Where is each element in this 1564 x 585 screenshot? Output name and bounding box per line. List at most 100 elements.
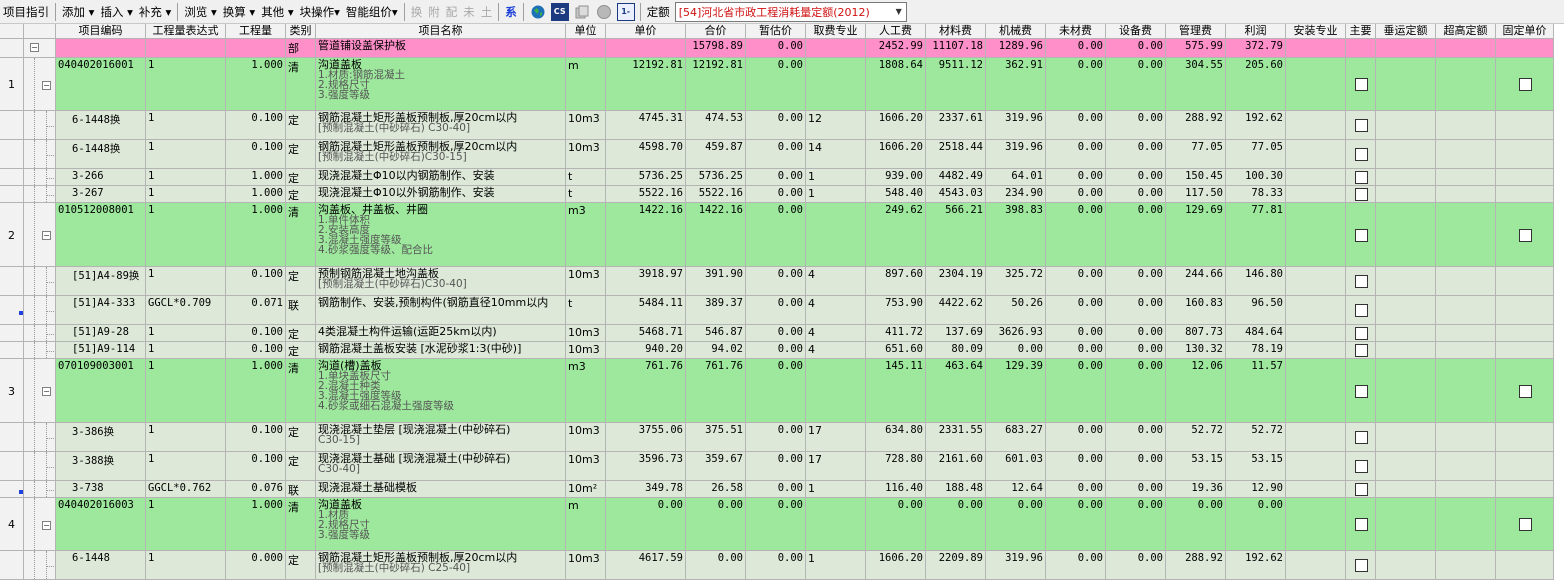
cell-main[interactable]: [1346, 169, 1376, 186]
cell-mgmt[interactable]: 130.32: [1166, 342, 1226, 359]
cell-qty[interactable]: 0.100: [226, 267, 286, 296]
cell-mat[interactable]: 188.48: [926, 481, 986, 498]
chevron-down-icon[interactable]: ▼: [892, 3, 906, 21]
main-checkbox[interactable]: [1354, 304, 1368, 317]
collapse-icon[interactable]: −: [42, 521, 51, 530]
cell-mgmt[interactable]: 288.92: [1166, 551, 1226, 580]
cell-unmat[interactable]: 0.00: [1046, 359, 1106, 423]
cell-total[interactable]: 0.00: [686, 551, 746, 580]
cell-install[interactable]: [1286, 267, 1346, 296]
cell-mat[interactable]: 4482.49: [926, 169, 986, 186]
cell-mgmt[interactable]: 304.55: [1166, 58, 1226, 111]
cell-unit[interactable]: 10m3: [566, 551, 606, 580]
cell-mat[interactable]: 2518.44: [926, 140, 986, 169]
cell-unmat[interactable]: 0.00: [1046, 551, 1106, 580]
cell-name[interactable]: 钢筋混凝土矩形盖板预制板,厚20cm以内 [预制混凝土(中砂碎石) C30-40]: [316, 111, 566, 140]
cell-fixed[interactable]: [1496, 111, 1554, 140]
cell-transport[interactable]: [1376, 551, 1436, 580]
column-header-mat[interactable]: 材料费: [926, 24, 986, 39]
cell-install[interactable]: [1286, 140, 1346, 169]
quota-row[interactable]: [51]A4-333 GGCL*0.709 0.071 联 钢筋制作、安装,预制构件(钢…: [0, 296, 1564, 325]
cell-price[interactable]: 0.00: [606, 498, 686, 551]
column-header-transport[interactable]: 垂运定额: [1376, 24, 1436, 39]
cell-code[interactable]: 3-388换: [56, 452, 146, 481]
cell-ultra[interactable]: [1436, 58, 1496, 111]
cell-expr[interactable]: 1: [146, 342, 226, 359]
cell-fixed[interactable]: [1496, 296, 1554, 325]
cell-qty[interactable]: 0.100: [226, 423, 286, 452]
cell-name[interactable]: 现浇混凝土垫层 [现浇混凝土(中砂碎石) C30-15]: [316, 423, 566, 452]
cell-qty[interactable]: 1.000: [226, 498, 286, 551]
cell-unmat[interactable]: 0.00: [1046, 481, 1106, 498]
fixed-price-checkbox[interactable]: [1518, 384, 1532, 398]
cell-est[interactable]: 0.00: [746, 296, 806, 325]
cell-type[interactable]: 定: [286, 551, 316, 580]
cell-install[interactable]: [1286, 203, 1346, 267]
cell-mach[interactable]: 398.83: [986, 203, 1046, 267]
cell-total[interactable]: 546.87: [686, 325, 746, 342]
cell-install[interactable]: [1286, 342, 1346, 359]
main-checkbox[interactable]: [1354, 188, 1368, 201]
cell-qty[interactable]: 0.000: [226, 551, 286, 580]
cell-transport[interactable]: [1376, 296, 1436, 325]
cell-fixed[interactable]: [1496, 267, 1554, 296]
cell-install[interactable]: [1286, 498, 1346, 551]
cell-mach[interactable]: 1289.96: [986, 39, 1046, 58]
column-header-mgmt[interactable]: 管理费: [1166, 24, 1226, 39]
cell-unmat[interactable]: 0.00: [1046, 423, 1106, 452]
fixed-price-checkbox[interactable]: [1518, 228, 1532, 242]
cell-price[interactable]: 5522.16: [606, 186, 686, 203]
cell-main[interactable]: [1346, 111, 1376, 140]
cell-type[interactable]: 定: [286, 267, 316, 296]
cell-mgmt[interactable]: 807.73: [1166, 325, 1226, 342]
cell-name[interactable]: 钢筋混凝土盖板安装 [水泥砂浆1:3(中砂)]: [316, 342, 566, 359]
cell-qty[interactable]: 0.100: [226, 111, 286, 140]
cell-install[interactable]: [1286, 296, 1346, 325]
cell-name[interactable]: 沟道(槽)盖板 1.单块盖板尺寸 2.混凝土种类 3.混凝土强度等级 4.砂浆或细石混凝…: [316, 359, 566, 423]
cell-mgmt[interactable]: 53.15: [1166, 452, 1226, 481]
cell-ultra[interactable]: [1436, 203, 1496, 267]
cell-mat[interactable]: 463.64: [926, 359, 986, 423]
cell-price[interactable]: 5736.25: [606, 169, 686, 186]
cell-mgmt[interactable]: 77.05: [1166, 140, 1226, 169]
cell-type[interactable]: 定: [286, 342, 316, 359]
cell-type[interactable]: 联: [286, 296, 316, 325]
cell-unit[interactable]: m: [566, 498, 606, 551]
cell-mat[interactable]: 9511.12: [926, 58, 986, 111]
list-item-row[interactable]: 1 − 040402016001 1 1.000 清 沟道盖板 1.材质:钢筋混凝土 2.规格尺…: [0, 58, 1564, 111]
cell-main[interactable]: [1346, 498, 1376, 551]
cell-labor[interactable]: 1606.20: [866, 111, 926, 140]
cell-expr[interactable]: 1: [146, 359, 226, 423]
cell-name[interactable]: 现浇混凝土Φ10以内钢筋制作、安装: [316, 169, 566, 186]
cell-name[interactable]: 钢筋制作、安装,预制构件(钢筋直径10mm以内: [316, 296, 566, 325]
cell-unit[interactable]: 10m²: [566, 481, 606, 498]
cell-name[interactable]: 钢筋混凝土矩形盖板预制板,厚20cm以内 [预制混凝土(中砂碎石) C25-40]: [316, 551, 566, 580]
quota-row[interactable]: 3-738 GGCL*0.762 0.076 联 现浇混凝土基础模板 10m² 349.78…: [0, 481, 1564, 498]
main-checkbox[interactable]: [1354, 327, 1368, 340]
main-checkbox[interactable]: [1354, 119, 1368, 132]
cell-profit[interactable]: 192.62: [1226, 111, 1286, 140]
cell-mach[interactable]: 64.01: [986, 169, 1046, 186]
main-checkbox[interactable]: [1354, 460, 1368, 473]
cell-transport[interactable]: [1376, 58, 1436, 111]
cell-install[interactable]: [1286, 551, 1346, 580]
cell-mgmt[interactable]: 12.06: [1166, 359, 1226, 423]
cell-mgmt[interactable]: 244.66: [1166, 267, 1226, 296]
column-header-main[interactable]: 主要: [1346, 24, 1376, 39]
quota-row[interactable]: 6-1448 1 0.000 定 钢筋混凝土矩形盖板预制板,厚20cm以内 [预制混凝土(…: [0, 551, 1564, 580]
cell-unit[interactable]: 10m3: [566, 342, 606, 359]
cell-mach[interactable]: 0.00: [986, 342, 1046, 359]
cell-transport[interactable]: [1376, 267, 1436, 296]
cell-mach[interactable]: 50.26: [986, 296, 1046, 325]
cell-mgmt[interactable]: 52.72: [1166, 423, 1226, 452]
cell-ultra[interactable]: [1436, 186, 1496, 203]
column-header-fee[interactable]: 取费专业: [806, 24, 866, 39]
toolbar-button-2[interactable]: 添加 ▾: [59, 2, 97, 22]
main-checkbox[interactable]: [1354, 384, 1368, 398]
column-header-fixed[interactable]: 固定单价: [1496, 24, 1554, 39]
cell-mat[interactable]: 2209.89: [926, 551, 986, 580]
cell-profit[interactable]: 0.00: [1226, 498, 1286, 551]
cell-labor[interactable]: 1606.20: [866, 551, 926, 580]
cell-mach[interactable]: 12.64: [986, 481, 1046, 498]
cell-main[interactable]: [1346, 452, 1376, 481]
